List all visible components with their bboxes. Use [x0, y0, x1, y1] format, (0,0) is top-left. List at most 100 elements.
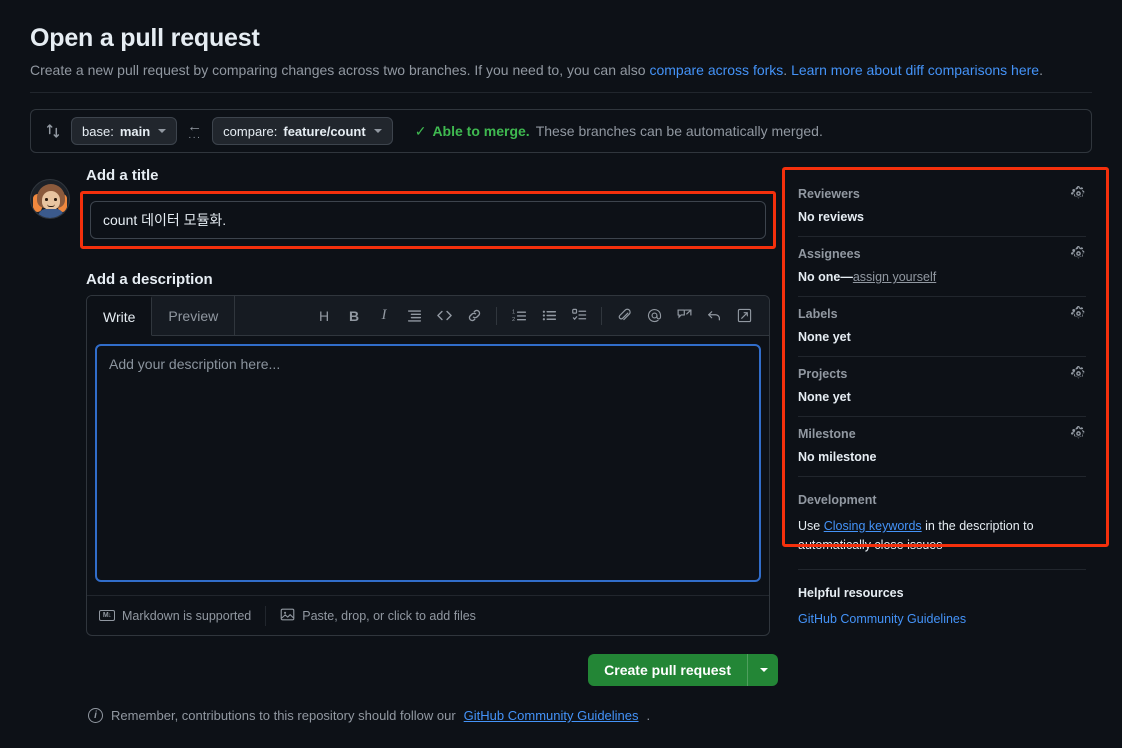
labels-value: None yet: [798, 330, 851, 344]
base-branch-name: main: [119, 123, 151, 139]
community-guidelines-note: i Remember, contributions to this reposi…: [86, 708, 778, 723]
main-content: Add a title Add a description Write Prev…: [22, 167, 1109, 723]
reply-icon[interactable]: [699, 301, 729, 331]
task-list-icon[interactable]: [564, 301, 594, 331]
fullscreen-icon[interactable]: [729, 301, 759, 331]
chevron-down-icon: [760, 668, 768, 672]
link-icon[interactable]: [459, 301, 489, 331]
pull-request-page: Open a pull request Create a new pull re…: [0, 0, 1122, 748]
editor-tabbar: Write Preview H B I 1 2: [87, 296, 769, 336]
swap-branches-icon[interactable]: [45, 123, 61, 139]
svg-text:2: 2: [512, 317, 515, 323]
submit-row: Create pull request: [86, 654, 778, 686]
helpful-resources-link[interactable]: GitHub Community Guidelines: [798, 612, 966, 626]
note-text-before: Remember, contributions to this reposito…: [111, 708, 456, 723]
title-field-label: Add a title: [86, 167, 159, 184]
description-field-label: Add a description: [86, 271, 213, 288]
sidebar-section-milestone: Milestone No milestone: [798, 417, 1086, 477]
user-avatar-image: [30, 179, 70, 219]
projects-title: Projects: [798, 366, 848, 381]
sidebar-section-projects: Projects None yet: [798, 357, 1086, 417]
assign-yourself-link[interactable]: assign yourself: [853, 270, 936, 284]
pr-sidebar: Reviewers No reviews Assignees No one—as…: [782, 167, 1109, 723]
check-icon: ✓: [414, 122, 427, 139]
markdown-supported-note[interactable]: M↓ Markdown is supported: [99, 609, 251, 623]
chevron-down-icon: [373, 129, 382, 133]
page-title: Open a pull request: [30, 24, 260, 52]
image-icon: [280, 607, 295, 625]
sidebar-section-labels: Labels None yet: [798, 297, 1086, 357]
helpful-resources-title: Helpful resources: [798, 585, 904, 600]
markdown-supported-label: Markdown is supported: [122, 608, 252, 623]
bold-icon[interactable]: B: [339, 301, 369, 331]
base-branch-prefix: base:: [82, 123, 114, 139]
sidebar-sections: Reviewers No reviews Assignees No one—as…: [786, 167, 1100, 628]
page-header: Open a pull request Create a new pull re…: [22, 0, 1100, 93]
subtitle-separator: .: [783, 62, 792, 78]
milestone-title: Milestone: [798, 426, 856, 441]
diff-comparisons-link[interactable]: Learn more about diff comparisons here: [791, 62, 1039, 78]
attach-files-label: Paste, drop, or click to add files: [302, 608, 476, 623]
mention-icon[interactable]: [639, 301, 669, 331]
markdown-icon: M↓: [99, 610, 115, 621]
chevron-down-icon: [158, 129, 167, 133]
compare-branch-name: feature/count: [283, 123, 366, 139]
gear-icon[interactable]: [1071, 426, 1086, 441]
merge-status-detail: These branches can be automatically merg…: [535, 123, 823, 139]
assignees-value: No one—assign yourself: [798, 270, 1086, 284]
merge-status: ✓ Able to merge. These branches can be a…: [415, 123, 823, 140]
compare-branch-prefix: compare:: [223, 123, 278, 139]
sidebar-section-reviewers: Reviewers No reviews: [798, 177, 1086, 237]
projects-value: None yet: [798, 390, 851, 404]
milestone-value: No milestone: [798, 450, 877, 464]
description-textarea-wrap: [87, 336, 769, 595]
reviewers-title: Reviewers: [798, 186, 860, 201]
heading-icon[interactable]: H: [309, 301, 339, 331]
svg-text:1: 1: [512, 310, 515, 316]
description-textarea[interactable]: [95, 344, 761, 582]
reviewers-value: No reviews: [798, 210, 865, 224]
attach-file-icon[interactable]: [609, 301, 639, 331]
assignees-none-label: No one—: [798, 270, 853, 284]
info-icon: i: [88, 708, 103, 723]
avatar: [30, 179, 74, 219]
italic-icon[interactable]: I: [369, 301, 399, 331]
saved-reply-icon[interactable]: [669, 301, 699, 331]
create-pull-request-button[interactable]: Create pull request: [588, 654, 748, 686]
development-title: Development: [798, 493, 877, 507]
closing-keywords-link[interactable]: Closing keywords: [824, 519, 922, 533]
quote-icon[interactable]: [399, 301, 429, 331]
create-pr-button-group: Create pull request: [588, 654, 778, 686]
subtitle-text-before: Create a new pull request by comparing c…: [30, 62, 650, 78]
labels-title: Labels: [798, 306, 838, 321]
gear-icon[interactable]: [1071, 366, 1086, 381]
sidebar-section-development: Development Use Closing keywords in the …: [798, 477, 1086, 570]
ordered-list-icon[interactable]: 12: [504, 301, 534, 331]
pr-form-column: Add a title Add a description Write Prev…: [30, 167, 778, 723]
pr-title-input[interactable]: [90, 201, 766, 239]
tab-preview[interactable]: Preview: [152, 296, 236, 335]
description-editor: Write Preview H B I 1 2 Add your descrip…: [86, 295, 770, 636]
gear-icon[interactable]: [1071, 186, 1086, 201]
base-branch-dropdown[interactable]: base: main: [71, 117, 178, 145]
gear-icon[interactable]: [1071, 246, 1086, 261]
arrow-left-icon: ← ···: [187, 118, 203, 143]
unordered-list-icon[interactable]: [534, 301, 564, 331]
compare-across-forks-link[interactable]: compare across forks: [649, 62, 783, 78]
community-guidelines-link[interactable]: GitHub Community Guidelines: [464, 708, 639, 723]
toolbar-divider-2: [601, 306, 602, 325]
tab-write[interactable]: Write: [87, 296, 153, 336]
development-body: Use Closing keywords in the description …: [798, 517, 1086, 555]
note-text-after: .: [646, 708, 651, 723]
toolbar-divider-1: [496, 306, 497, 325]
header-divider: [30, 92, 1092, 93]
gear-icon[interactable]: [1071, 306, 1086, 321]
attach-files-note[interactable]: Paste, drop, or click to add files: [280, 607, 476, 625]
compare-branch-dropdown[interactable]: compare: feature/count: [212, 117, 393, 145]
sidebar-section-helpful-resources: Helpful resources GitHub Community Guide…: [798, 570, 1086, 628]
create-pr-dropdown-button[interactable]: [748, 654, 778, 686]
merge-status-label: Able to merge.: [432, 123, 530, 139]
code-icon[interactable]: [429, 301, 459, 331]
page-subtitle: Create a new pull request by comparing c…: [22, 53, 1100, 78]
sidebar-section-assignees: Assignees No one—assign yourself: [798, 237, 1086, 297]
